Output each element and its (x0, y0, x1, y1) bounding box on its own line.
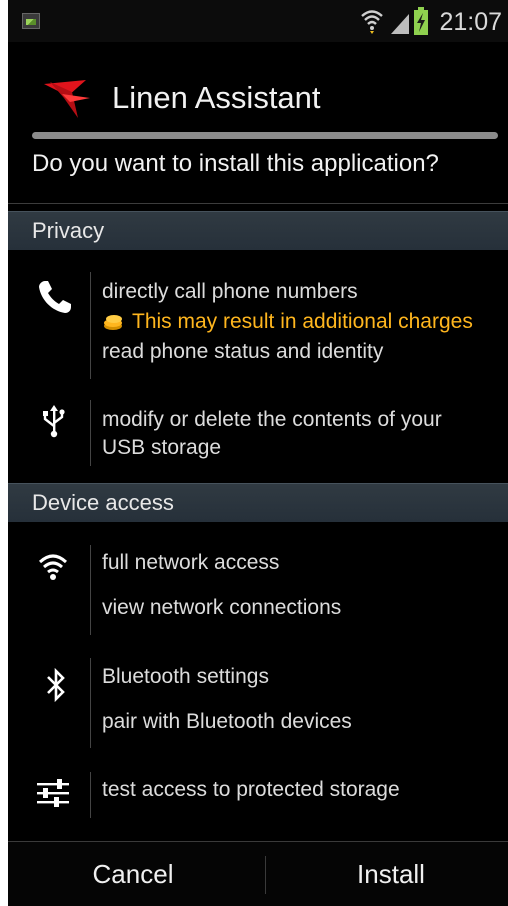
section-title-privacy: Privacy (32, 218, 105, 243)
button-bar: Cancel Install (8, 841, 508, 906)
progress-bar (32, 132, 498, 139)
bluetooth-icon (47, 668, 65, 702)
section-header-device-access: Device access (8, 483, 508, 522)
section-title-device-access: Device access (32, 490, 174, 515)
permission-bluetooth-pair: pair with Bluetooth devices (102, 710, 352, 733)
divider (8, 203, 508, 204)
phone-icon (39, 281, 71, 313)
permission-network-access: full network access (102, 551, 280, 574)
battery-charging-icon (414, 7, 428, 35)
permission-protected-storage: test access to protected storage (102, 778, 400, 801)
charges-warning-text: This may result in additional charges (132, 310, 473, 333)
install-screen: 21:07 Linen Assistant Do you want to ins… (8, 0, 508, 906)
permission-separator (90, 272, 91, 379)
signal-icon (391, 14, 409, 34)
permission-network-connections: view network connections (102, 596, 342, 619)
install-button[interactable]: Install (266, 842, 508, 906)
permission-bluetooth-settings: Bluetooth settings (102, 665, 269, 688)
app-title: Linen Assistant (112, 80, 321, 115)
permission-call-phone: directly call phone numbers (102, 280, 358, 303)
sliders-icon (37, 779, 69, 807)
permission-separator (90, 772, 91, 818)
status-bar: 21:07 (8, 0, 508, 42)
permission-phone-status: read phone status and identity (102, 340, 384, 363)
charges-warning: This may result in additional charges (102, 310, 473, 334)
coins-icon (104, 315, 122, 330)
wifi-icon (361, 10, 383, 34)
section-header-privacy: Privacy (8, 211, 508, 250)
permission-separator (90, 545, 91, 635)
clock: 21:07 (439, 8, 502, 36)
permission-usb-storage-line2: USB storage (102, 436, 222, 459)
permission-separator (90, 658, 91, 748)
notification-image-icon (22, 13, 40, 29)
permission-usb-storage-line1: modify or delete the contents of your (102, 408, 442, 431)
app-icon (44, 80, 90, 118)
usb-icon (43, 405, 65, 438)
install-question: Do you want to install this application? (32, 150, 439, 177)
cancel-button[interactable]: Cancel (8, 842, 258, 906)
wifi-icon (38, 554, 68, 580)
permission-separator (90, 400, 91, 466)
